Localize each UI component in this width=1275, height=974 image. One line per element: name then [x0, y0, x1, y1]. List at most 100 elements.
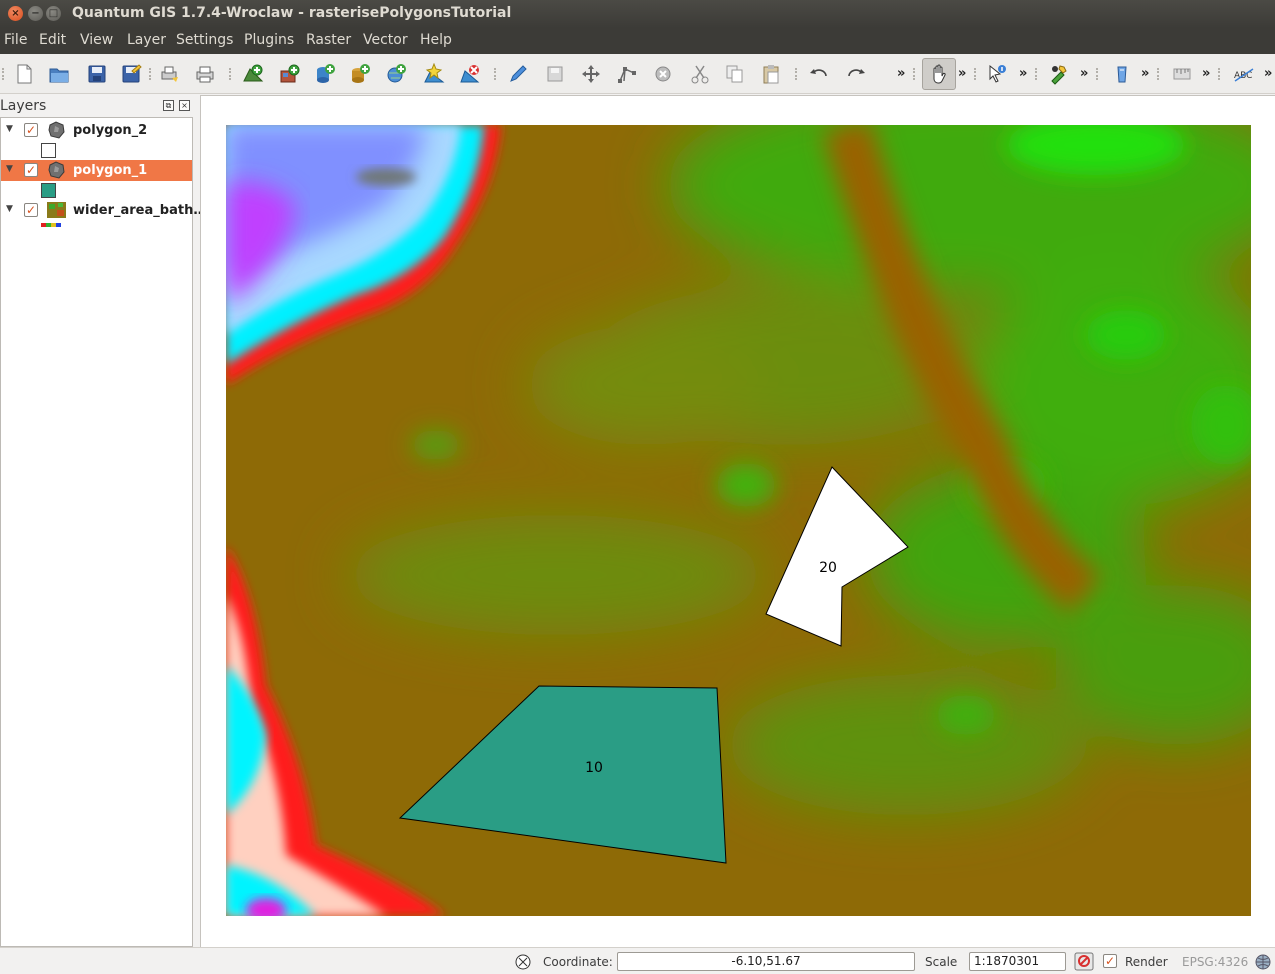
scale-label: Scale [925, 955, 958, 969]
layer-visibility-checkbox[interactable]: ✓ [24, 123, 38, 137]
map-render[interactable]: 20 10 [226, 125, 1251, 916]
status-bar: Coordinate: -6.10,51.67 Scale 1:1870301 … [0, 947, 1275, 974]
menu-plugins[interactable]: Plugins [244, 32, 294, 48]
projection-globe-icon[interactable] [1254, 953, 1272, 971]
copy-features-icon[interactable] [721, 60, 749, 88]
print-icon[interactable] [191, 60, 219, 88]
menu-raster[interactable]: Raster [306, 32, 351, 48]
new-shapefile-icon[interactable] [420, 60, 448, 88]
menu-help[interactable]: Help [420, 32, 452, 48]
new-project-icon[interactable] [10, 60, 38, 88]
label-tool-icon[interactable]: ABC [1230, 60, 1258, 88]
add-raster-layer-icon[interactable] [276, 60, 304, 88]
window-close-button[interactable]: × [8, 6, 23, 21]
toolbar-grip[interactable] [795, 68, 799, 80]
menu-file[interactable]: File [4, 32, 27, 48]
scale-field[interactable]: 1:1870301 [969, 952, 1066, 971]
polygon-layer-icon [48, 121, 65, 139]
toolbar-overflow-icon[interactable]: » [1019, 66, 1027, 81]
toolbar-grip[interactable] [1035, 68, 1039, 80]
coordinate-field[interactable]: -6.10,51.67 [617, 952, 915, 971]
raster-layer-icon [47, 202, 66, 218]
toolbar-grip[interactable] [229, 68, 233, 80]
toolbar-grip[interactable] [1218, 68, 1222, 80]
move-feature-icon[interactable] [577, 60, 605, 88]
menu-bar: File Edit View Layer Settings Plugins Ra… [0, 28, 1275, 54]
window-minimize-button[interactable]: − [28, 6, 43, 21]
menu-edit[interactable]: Edit [39, 32, 66, 48]
delete-selected-icon[interactable] [649, 60, 677, 88]
layers-tree[interactable]: ▼ ✓ polygon_2 ▼ ✓ polygon_1 ▼ ✓ wider_ar… [0, 117, 206, 947]
toolbar-grip[interactable] [494, 68, 498, 80]
render-checkbox[interactable]: ✓ [1103, 954, 1117, 968]
legend-symbol-teal [41, 183, 56, 198]
cut-features-icon[interactable] [686, 60, 714, 88]
toolbar-grip[interactable] [149, 68, 153, 80]
toolbar-overflow-icon[interactable]: » [958, 66, 966, 81]
node-tool-icon[interactable] [613, 60, 641, 88]
expand-arrow-icon[interactable]: ▼ [6, 124, 13, 134]
layers-panel-title: Layers [0, 98, 47, 114]
stop-render-icon[interactable] [1074, 952, 1094, 971]
measure-icon[interactable] [1168, 60, 1196, 88]
mouse-coordinate-icon[interactable] [514, 953, 532, 971]
identify-icon[interactable] [983, 60, 1011, 88]
layer-visibility-checkbox[interactable]: ✓ [24, 203, 38, 217]
legend-symbol-white [41, 143, 56, 158]
layers-panel: Layers ⧉ × ▼ ✓ polygon_2 ▼ ✓ polygon_1 ▼… [0, 95, 206, 947]
close-panel-icon[interactable]: × [179, 100, 190, 111]
polygon-label-10: 10 [585, 760, 603, 776]
add-wms-layer-icon[interactable] [382, 60, 410, 88]
layers-panel-header: Layers ⧉ × [0, 97, 193, 115]
window-maximize-button[interactable]: □ [46, 6, 61, 21]
toolbar-overflow-icon[interactable]: » [1264, 66, 1272, 81]
print-composer-icon[interactable] [155, 60, 183, 88]
menu-vector[interactable]: Vector [363, 32, 408, 48]
toolbar-grip[interactable] [1096, 68, 1100, 80]
toolbar: » » » » » » ABC » [0, 54, 1275, 94]
georeferencer-icon[interactable] [1108, 60, 1136, 88]
add-spatialite-layer-icon[interactable] [346, 60, 374, 88]
toolbar-overflow-icon[interactable]: » [1141, 66, 1149, 81]
layer-item-wider-area-bathymetry[interactable]: ▼ ✓ wider_area_bath… [1, 200, 206, 221]
layer-item-polygon-2[interactable]: ▼ ✓ polygon_2 [1, 120, 192, 141]
coordinate-label: Coordinate: [543, 955, 613, 969]
layer-name: polygon_2 [73, 123, 148, 138]
pan-map-icon[interactable] [922, 58, 956, 90]
add-postgis-layer-icon[interactable] [311, 60, 339, 88]
expand-arrow-icon[interactable]: ▼ [6, 204, 13, 214]
crs-label[interactable]: EPSG:4326 [1182, 955, 1248, 969]
layer-item-polygon-1[interactable]: ▼ ✓ polygon_1 [1, 160, 192, 181]
layer-name: wider_area_bath… [73, 203, 207, 218]
toolbar-overflow-icon[interactable]: » [1080, 66, 1088, 81]
paste-features-icon[interactable] [757, 60, 785, 88]
open-project-icon[interactable] [45, 60, 73, 88]
toggle-editing-icon[interactable] [504, 60, 532, 88]
layer-name: polygon_1 [73, 163, 148, 178]
float-panel-icon[interactable]: ⧉ [163, 100, 174, 111]
undo-icon[interactable] [805, 60, 833, 88]
save-project-icon[interactable] [83, 60, 111, 88]
toolbar-grip[interactable] [2, 68, 6, 80]
polygon-layer-icon [48, 161, 65, 179]
save-edits-icon[interactable] [541, 60, 569, 88]
map-canvas[interactable]: 20 10 [200, 95, 1275, 947]
redo-icon[interactable] [842, 60, 870, 88]
toolbar-grip[interactable] [913, 68, 917, 80]
legend-color-ramp [41, 223, 61, 227]
toolbar-grip[interactable] [1157, 68, 1161, 80]
save-as-icon[interactable] [117, 60, 145, 88]
polygon-label-20: 20 [819, 560, 837, 576]
menu-settings[interactable]: Settings [176, 32, 233, 48]
layer-visibility-checkbox[interactable]: ✓ [24, 163, 38, 177]
remove-layer-icon[interactable] [456, 60, 484, 88]
render-label: Render [1125, 955, 1168, 969]
toolbar-overflow-icon[interactable]: » [1202, 66, 1210, 81]
add-vector-layer-icon[interactable] [239, 60, 267, 88]
expand-arrow-icon[interactable]: ▼ [6, 164, 13, 174]
toolbar-overflow-icon[interactable]: » [897, 66, 905, 81]
toolbar-grip[interactable] [974, 68, 978, 80]
menu-layer[interactable]: Layer [127, 32, 166, 48]
plugin-tool-icon[interactable] [1045, 60, 1073, 88]
menu-view[interactable]: View [80, 32, 113, 48]
